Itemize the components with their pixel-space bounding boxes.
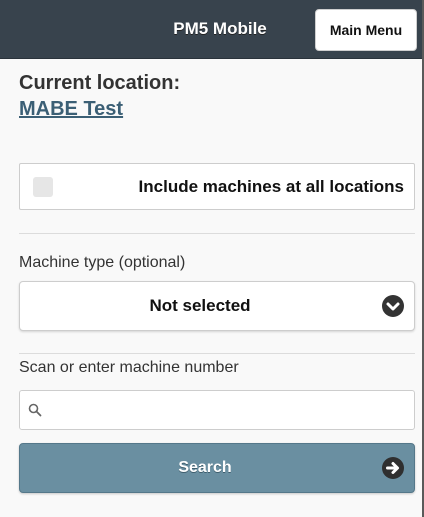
app-header: PM5 Mobile Main Menu <box>0 0 422 59</box>
machine-type-selected-value: Not selected <box>149 296 251 315</box>
chevron-down-circle-icon <box>382 295 404 317</box>
machine-number-label: Scan or enter machine number <box>19 359 239 376</box>
divider <box>19 353 415 354</box>
divider <box>19 233 415 234</box>
main-menu-button[interactable]: Main Menu <box>315 9 417 51</box>
search-button[interactable]: Search <box>19 443 415 493</box>
machine-number-field[interactable] <box>19 390 415 430</box>
search-icon <box>28 403 42 417</box>
checkbox-icon[interactable] <box>33 177 53 197</box>
machine-number-input[interactable] <box>48 395 412 427</box>
include-all-locations-label: Include machines at all locations <box>138 177 404 196</box>
current-location-link[interactable]: MABE Test <box>19 98 123 121</box>
machine-type-label: Machine type (optional) <box>19 254 186 271</box>
current-location-heading: Current location: <box>19 72 181 94</box>
page: PM5 Mobile Main Menu Current location: M… <box>0 0 424 517</box>
machine-type-select[interactable]: Not selected <box>19 281 415 331</box>
include-all-locations-checkbox[interactable]: Include machines at all locations <box>19 163 415 210</box>
arrow-right-circle-icon <box>382 457 404 479</box>
search-button-label: Search <box>178 459 232 476</box>
